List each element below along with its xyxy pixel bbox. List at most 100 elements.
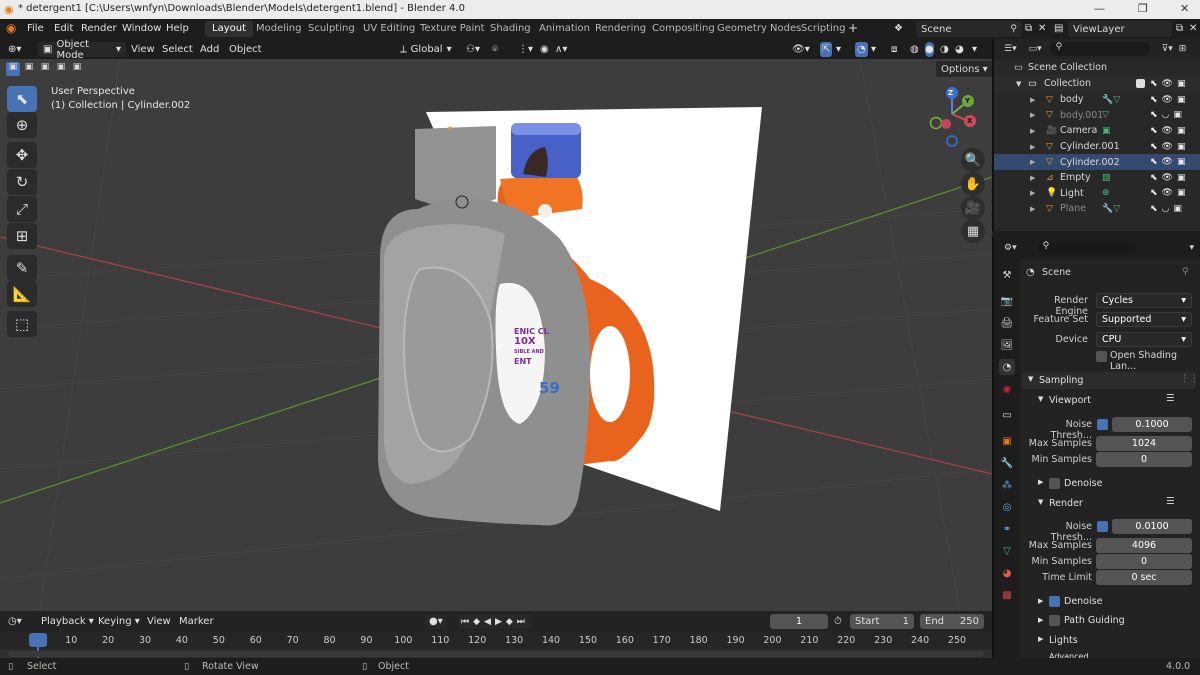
zoom-icon[interactable]: 🔍 xyxy=(961,148,985,172)
tab-rendering[interactable]: Rendering xyxy=(588,21,653,37)
visibility-icons[interactable]: ⬉👁▣ xyxy=(1150,142,1189,152)
r-denoise-checkbox[interactable] xyxy=(1049,596,1060,607)
open-shading-checkbox[interactable] xyxy=(1096,351,1107,362)
frame-ruler[interactable]: 1102030405060708090100110120130140150160… xyxy=(0,631,992,649)
pan-hand-icon[interactable]: ✋ xyxy=(961,172,985,196)
menu-view[interactable]: View xyxy=(131,42,155,57)
outliner-item-body[interactable]: ▶ ▽ body 🔧▽ ⬉👁▣ xyxy=(994,92,1200,108)
menu-playback[interactable]: Playback ▾ xyxy=(41,614,94,629)
modifier-tab-icon[interactable]: 🔧 xyxy=(999,455,1015,471)
viewport-subpanel-title[interactable]: Viewport xyxy=(1049,395,1091,406)
list-options-icon[interactable]: ☰ xyxy=(1166,393,1175,404)
view-layer-icon[interactable]: ▤ xyxy=(1054,23,1063,34)
expand-arrow-icon[interactable]: ▶ xyxy=(1030,127,1035,135)
r-noise-threshold-field[interactable]: 0.0100 xyxy=(1112,519,1192,534)
material-shading-icon[interactable]: ◑ xyxy=(940,42,949,57)
snap-options-icon[interactable]: ⋮▾ xyxy=(518,42,533,57)
outliner-item-cylinder-001[interactable]: ▶ ▽ Cylinder.001 ⬉👁▣ xyxy=(994,139,1200,155)
visibility-icons[interactable]: ⬉👁▣ xyxy=(1150,95,1189,105)
outliner-item-cylinder-002[interactable]: ▶ ▽ Cylinder.002 ⬉👁▣ xyxy=(994,154,1200,170)
visibility-icon[interactable]: 👁▾ xyxy=(792,42,810,57)
object-data-icon[interactable]: ⊕ xyxy=(1102,188,1110,198)
editor-type-icon[interactable]: ⊕▾ xyxy=(8,42,21,57)
menu-help[interactable]: Help xyxy=(166,23,189,34)
select-tool-icon[interactable]: ⬉ xyxy=(7,86,37,112)
transform-orientation[interactable]: ⟂ Global ▾ xyxy=(400,42,452,57)
r-noise-threshold-checkbox[interactable] xyxy=(1097,521,1108,532)
render-tab-icon[interactable]: 📷 xyxy=(999,293,1015,309)
world-tab-icon[interactable]: ◉ xyxy=(999,381,1015,397)
start-frame-field[interactable]: Start 1 xyxy=(850,614,914,629)
tab-sculpting[interactable]: Sculpting xyxy=(301,21,362,37)
record-icon[interactable]: ●▾ xyxy=(425,614,447,629)
end-frame-field[interactable]: End 250 xyxy=(920,614,984,629)
outliner-item-light[interactable]: ▶ 💡 Light ⊕ ⬉👁▣ xyxy=(994,186,1200,202)
pivot-icon[interactable]: ⚇▾ xyxy=(466,42,480,57)
expand-arrow-icon[interactable]: ▶ xyxy=(1030,111,1035,119)
current-frame-field[interactable]: 1 xyxy=(770,614,828,629)
output-tab-icon[interactable]: 🖨 xyxy=(999,315,1015,331)
outliner-item-camera[interactable]: ▶ 🎥 Camera ▣ ⬉👁▣ xyxy=(994,123,1200,139)
playback-controls[interactable]: ⏮ ◆ ◀ ▶ ◆ ⏭ xyxy=(458,614,532,629)
mode-selector[interactable]: ▣ Object Mode ▾ xyxy=(38,39,126,61)
playhead-marker[interactable] xyxy=(29,633,47,647)
gizmo-toggle-icon[interactable]: ⇱ xyxy=(820,42,833,57)
collection-checkbox[interactable] xyxy=(1136,79,1145,89)
overlay-toggle-icon[interactable]: ◔ xyxy=(855,42,868,57)
properties-editor-icon[interactable]: ⚙▾ xyxy=(1004,243,1017,253)
wireframe-shading-icon[interactable]: ◍ xyxy=(910,42,919,57)
physics-tab-icon[interactable]: ◎ xyxy=(999,499,1015,515)
lights-subpanel-title[interactable]: Lights xyxy=(1049,635,1078,646)
filter-icon[interactable]: ⊽▾ xyxy=(1162,44,1173,54)
rendered-shading-icon[interactable]: ◕ xyxy=(955,42,964,57)
properties-options-icon[interactable]: ▾ xyxy=(1189,243,1194,253)
jump-end-icon[interactable]: ⏭ xyxy=(517,617,529,627)
visibility-icons[interactable]: ⬉👁▣ xyxy=(1150,157,1189,167)
tab-scripting[interactable]: Scripting xyxy=(794,21,852,37)
next-key-icon[interactable]: ◆ xyxy=(506,617,517,627)
vp-noise-threshold-field[interactable]: 0.1000 xyxy=(1112,417,1192,432)
visibility-icons[interactable]: ⬉◡▣ xyxy=(1150,110,1186,120)
outliner-item-plane[interactable]: ▶ ▽ Plane 🔧▽ ⬉◡▣ xyxy=(994,201,1200,217)
stopwatch-icon[interactable]: ⏱ xyxy=(834,614,842,629)
annotate-tool-icon[interactable]: ✎ xyxy=(7,255,37,281)
close-icon[interactable]: ✕ xyxy=(1180,2,1189,15)
expand-arrow-icon[interactable]: ▶ xyxy=(1030,96,1035,104)
tool-tab-icon[interactable]: ⚒ xyxy=(999,267,1015,283)
menu-edit[interactable]: Edit xyxy=(54,23,73,34)
render-subpanel-title[interactable]: Render xyxy=(1049,498,1083,509)
outliner-editor-icon[interactable]: ☰▾ xyxy=(1004,44,1017,54)
view-layer-tab-icon[interactable]: 🖼 xyxy=(999,337,1015,353)
object-data-icon[interactable]: ▨ xyxy=(1102,173,1111,183)
play-icon[interactable]: ▶ xyxy=(495,617,506,627)
object-data-icon[interactable]: 🔧▽ xyxy=(1102,204,1120,214)
data-tab-icon[interactable]: ▽ xyxy=(999,543,1015,559)
expand-arrow-icon[interactable]: ▶ xyxy=(1030,143,1035,151)
gizmo-options-icon[interactable]: ▾ xyxy=(836,42,841,57)
perspective-grid-icon[interactable]: ▦ xyxy=(961,219,985,243)
vp-min-samples-field[interactable]: 0 xyxy=(1096,452,1192,467)
outliner-collection[interactable]: ▼ ▭ Collection ⬉👁▣ xyxy=(994,76,1200,92)
feature-set-dropdown[interactable]: Supported ▾ xyxy=(1096,312,1192,327)
visibility-icons[interactable]: ⬉◡▣ xyxy=(1150,204,1186,214)
tab-modeling[interactable]: Modeling xyxy=(249,21,309,37)
menu-add[interactable]: Add xyxy=(200,42,219,57)
timeline-editor-icon[interactable]: ◷▾ xyxy=(8,614,22,629)
object-tab-icon[interactable]: ▣ xyxy=(999,433,1015,449)
rotate-tool-icon[interactable]: ↻ xyxy=(7,169,37,195)
solid-shading-icon[interactable]: ● xyxy=(925,42,934,57)
expand-arrow-icon[interactable]: ▼ xyxy=(1016,80,1021,88)
measure-tool-icon[interactable]: 📐 xyxy=(7,281,37,307)
scene-selector[interactable]: Scene ⚲ xyxy=(916,21,1022,37)
timeline-track[interactable]: 1102030405060708090100110120130140150160… xyxy=(0,631,992,658)
menu-select[interactable]: Select xyxy=(162,42,193,57)
blender-menu-icon[interactable]: ◉ xyxy=(6,21,16,35)
outliner-search-input[interactable]: ⚲ xyxy=(1049,42,1150,56)
prev-key-icon[interactable]: ◆ xyxy=(473,617,484,627)
display-mode-icon[interactable]: ▭▾ xyxy=(1029,44,1042,54)
outliner-scene-collection[interactable]: ▭ Scene Collection xyxy=(994,60,1200,76)
cursor-tool-icon[interactable]: ⊕ xyxy=(7,112,37,138)
object-data-icon[interactable]: 🔧▽ xyxy=(1102,95,1120,105)
r-max-samples-field[interactable]: 4096 xyxy=(1096,538,1192,553)
play-reverse-icon[interactable]: ◀ xyxy=(484,617,495,627)
